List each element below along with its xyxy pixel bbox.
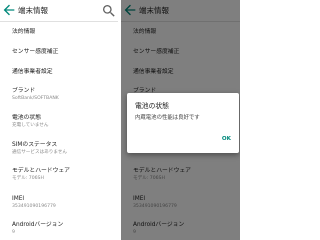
setting-item-imei[interactable]: IMEI 353491090196779 (12, 196, 114, 210)
page-title: 端末情報 (18, 6, 48, 15)
about-phone-screen-right: 端末情報 法的情報 センサー感度補正 通信事業者設定 ブランド モデルとハードウ… (121, 0, 240, 240)
item-subtitle: モデル: 706SH (12, 176, 44, 181)
setting-item-sim-status[interactable]: SIMのステータス 通信サービスはありません (12, 142, 114, 156)
item-subtitle: 充電していません (12, 123, 49, 128)
item-title: モデルとハードウェア (12, 168, 70, 174)
setting-item-brand[interactable]: ブランド SoftBank/SOFTBANK (12, 88, 114, 102)
app-bar: 端末情報 (0, 0, 118, 22)
arrow-back-icon[interactable] (1, 2, 17, 18)
item-subtitle: 通信サービスはありません (12, 150, 67, 155)
setting-item-battery-status[interactable]: 電池の状態 充電していません (12, 115, 114, 129)
battery-status-dialog: 電池の状態 内蔵電池の性能は良好です OK (127, 93, 239, 153)
about-phone-screen-left: 端末情報 法的情報 センサー感度補正 通信事業者設定 ブランド SoftBank… (0, 0, 118, 240)
item-title: 通信事業者設定 (12, 69, 53, 75)
ok-button[interactable]: OK (222, 136, 231, 142)
search-icon[interactable] (101, 3, 117, 19)
item-title: SIMのステータス (12, 142, 58, 148)
setting-item-legal-info[interactable]: 法的情報 (12, 29, 114, 36)
setting-item-android-version[interactable]: Androidバージョン 9 (12, 222, 114, 236)
item-title: IMEI (12, 196, 25, 202)
item-title: センサー感度補正 (12, 49, 59, 55)
dialog-message: 内蔵電池の性能は良好です (135, 115, 200, 121)
item-title: 電池の状態 (12, 115, 41, 121)
item-title: ブランド (12, 88, 36, 94)
setting-item-model-hardware[interactable]: モデルとハードウェア モデル: 706SH (12, 168, 114, 182)
setting-item-sensor-calibration[interactable]: センサー感度補正 (12, 49, 114, 56)
item-title: 法的情報 (12, 29, 36, 35)
setting-item-carrier-settings[interactable]: 通信事業者設定 (12, 69, 114, 76)
item-subtitle: 353491090196779 (12, 204, 56, 209)
item-subtitle: SoftBank/SOFTBANK (12, 96, 59, 101)
item-title: Androidバージョン (12, 222, 64, 228)
dialog-title: 電池の状態 (135, 102, 169, 110)
item-subtitle: 9 (12, 230, 15, 235)
